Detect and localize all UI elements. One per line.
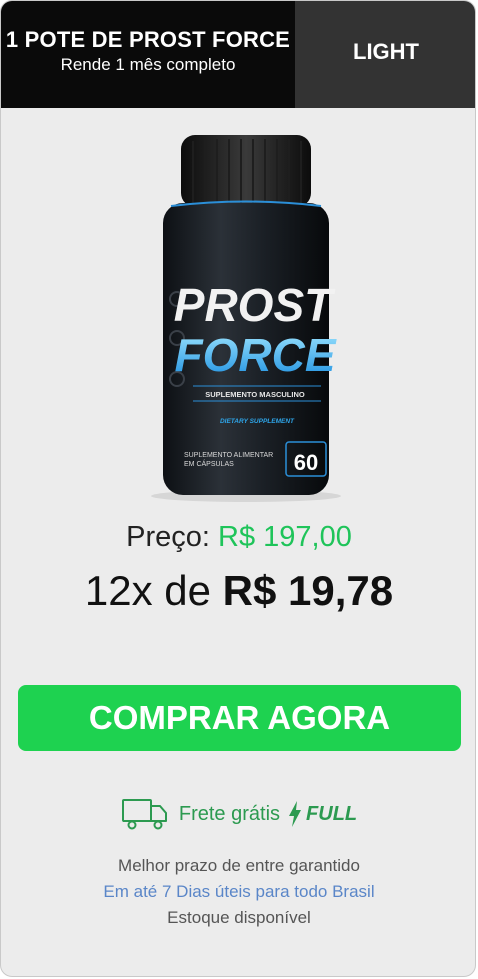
- delivery-time: Em até 7 Dias úteis para todo Brasil: [103, 882, 375, 901]
- offer-title: 1 POTE DE PROST FORCE: [5, 26, 291, 52]
- bottle-tagline: SUPLEMENTO MASCULINO: [205, 390, 305, 399]
- installment-value: R$ 19,78: [222, 567, 394, 614]
- truck-icon: [121, 799, 167, 830]
- delivery-guarantee: Melhor prazo de entre garantido: [118, 856, 360, 875]
- product-offer-card: 1 POTE DE PROST FORCE Rende 1 mês comple…: [0, 0, 476, 977]
- card-header: 1 POTE DE PROST FORCE Rende 1 mês comple…: [1, 1, 475, 108]
- stock-status: Estoque disponível: [167, 908, 311, 927]
- lightning-icon: [289, 801, 302, 827]
- bottle-note-2: EM CÁPSULAS: [184, 459, 234, 468]
- bottle-label: DIETARY SUPPLEMENT: [220, 418, 295, 425]
- bottle-brand-prost: PROST: [174, 279, 336, 331]
- offer-subtitle: Rende 1 mês completo: [60, 54, 236, 74]
- offer-title-block: 1 POTE DE PROST FORCE Rende 1 mês comple…: [1, 1, 295, 108]
- installment-prefix: 12x de: [84, 567, 211, 614]
- product-bottle-image: PROST FORCE SUPLEMENTO MASCULINO DIETARY…: [151, 135, 341, 502]
- bottle-capsule-count: 60: [294, 450, 318, 475]
- installment-line: 12x de R$ 19,78: [1, 567, 475, 615]
- price-label: Preço:: [126, 521, 210, 553]
- bottle-brand-force: FORCE: [175, 329, 337, 381]
- tier-tab-light[interactable]: LIGHT: [295, 1, 475, 108]
- price-value: R$ 197,00: [218, 521, 352, 553]
- full-badge: FULL: [306, 802, 358, 825]
- buy-now-button[interactable]: COMPRAR AGORA: [18, 685, 461, 751]
- bottle-note-1: SUPLEMENTO ALIMENTAR: [184, 452, 273, 459]
- tier-label: LIGHT: [353, 38, 419, 64]
- free-shipping-text: Frete grátis: [178, 802, 281, 825]
- shipping-row: Frete grátis FULL: [1, 797, 475, 831]
- price-line: Preço: R$ 197,00: [1, 521, 475, 554]
